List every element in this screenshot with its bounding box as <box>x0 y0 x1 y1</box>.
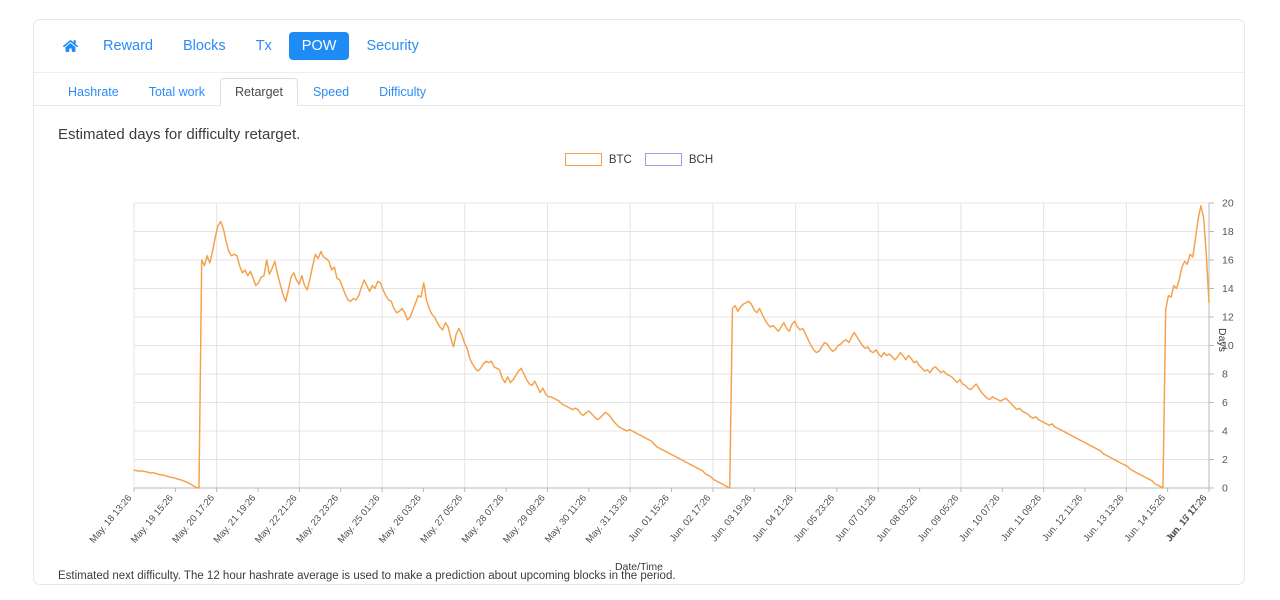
svg-text:May. 22 21:26: May. 22 21:26 <box>253 493 300 546</box>
svg-text:2: 2 <box>1222 454 1228 466</box>
svg-text:May. 31 13:26: May. 31 13:26 <box>584 493 631 546</box>
svg-text:May. 30 11:26: May. 30 11:26 <box>543 493 589 545</box>
svg-text:May. 25 01:26: May. 25 01:26 <box>336 493 383 546</box>
nav-item-tx[interactable]: Tx <box>243 32 285 61</box>
svg-text:4: 4 <box>1222 426 1228 438</box>
svg-text:May. 23 23:26: May. 23 23:26 <box>294 493 341 546</box>
series-line-btc <box>133 205 1210 489</box>
svg-text:12: 12 <box>1222 312 1234 324</box>
svg-text:May. 28 07:26: May. 28 07:26 <box>460 493 507 546</box>
svg-text:20: 20 <box>1222 198 1234 210</box>
tab-total-work[interactable]: Total work <box>134 78 220 107</box>
svg-text:Jun. 08 03:26: Jun. 08 03:26 <box>874 493 919 544</box>
svg-text:16: 16 <box>1222 255 1234 267</box>
svg-text:May. 19 15:26: May. 19 15:26 <box>129 493 176 546</box>
svg-text:6: 6 <box>1222 397 1228 409</box>
svg-text:May. 18 13:26: May. 18 13:26 <box>88 493 135 546</box>
svg-text:Jun. 05 23:26: Jun. 05 23:26 <box>792 493 837 544</box>
svg-text:Jun. 17 11:26: Jun. 17 11:26 <box>1164 493 1209 544</box>
svg-text:May. 29 09:26: May. 29 09:26 <box>501 493 548 546</box>
svg-text:Jun. 12 11:26: Jun. 12 11:26 <box>1040 493 1085 544</box>
svg-text:8: 8 <box>1222 369 1228 381</box>
tab-retarget[interactable]: Retarget <box>220 77 298 106</box>
svg-text:May. 27 05:26: May. 27 05:26 <box>418 493 465 546</box>
svg-text:Jun. 02 17:26: Jun. 02 17:26 <box>668 493 713 544</box>
retarget-chart: BTC BCH 0 2 4 6 8 10 12 14 16 18 20 May. 18 13:26 Ma… <box>34 150 1244 573</box>
pow-card: Reward Blocks Tx POW Security Hashrate T… <box>33 19 1245 585</box>
y-axis-label: Days <box>1216 328 1228 352</box>
footer-note: Estimated next difficulty. The 12 hour h… <box>58 570 676 582</box>
svg-text:18: 18 <box>1222 226 1234 238</box>
svg-text:Jun. 14 15:26: Jun. 14 15:26 <box>1122 493 1167 544</box>
svg-text:Jun. 09 05:26: Jun. 09 05:26 <box>916 493 961 544</box>
svg-text:May. 21 19:26: May. 21 19:26 <box>212 493 259 546</box>
chart-heading: Estimated days for difficulty retarget. <box>58 126 301 143</box>
svg-text:Jun. 11 09:26: Jun. 11 09:26 <box>999 493 1044 544</box>
page-root: Reward Blocks Tx POW Security Hashrate T… <box>0 0 1280 600</box>
svg-text:Jun. 04 21:26: Jun. 04 21:26 <box>750 493 795 544</box>
chart-plot-area[interactable]: 02468101214161820May. 18 13:26May. 19 15… <box>34 150 1244 560</box>
nav-item-blocks[interactable]: Blocks <box>170 32 239 61</box>
tab-speed[interactable]: Speed <box>298 78 364 107</box>
svg-text:14: 14 <box>1222 283 1234 295</box>
pow-subtabs: Hashrate Total work Retarget Speed Diffi… <box>34 73 1244 106</box>
nav-item-reward[interactable]: Reward <box>90 32 166 61</box>
svg-text:Jun. 03 19:26: Jun. 03 19:26 <box>709 493 754 544</box>
tab-difficulty[interactable]: Difficulty <box>364 78 441 107</box>
svg-text:Jun. 13 13:26: Jun. 13 13:26 <box>1081 493 1126 544</box>
svg-text:May. 20 17:26: May. 20 17:26 <box>170 493 217 546</box>
svg-text:Jun. 01 15:26: Jun. 01 15:26 <box>626 493 671 544</box>
nav-item-security[interactable]: Security <box>353 32 431 61</box>
main-nav: Reward Blocks Tx POW Security <box>34 20 1244 73</box>
svg-text:Jun. 10 07:26: Jun. 10 07:26 <box>957 493 1002 544</box>
svg-text:May. 26 03:26: May. 26 03:26 <box>377 493 424 546</box>
nav-item-pow[interactable]: POW <box>288 31 350 61</box>
home-icon <box>63 40 78 52</box>
svg-text:Jun. 07 01:26: Jun. 07 01:26 <box>833 493 878 544</box>
svg-text:0: 0 <box>1222 483 1228 495</box>
tab-hashrate[interactable]: Hashrate <box>53 78 134 107</box>
home-nav-item[interactable] <box>50 33 90 59</box>
